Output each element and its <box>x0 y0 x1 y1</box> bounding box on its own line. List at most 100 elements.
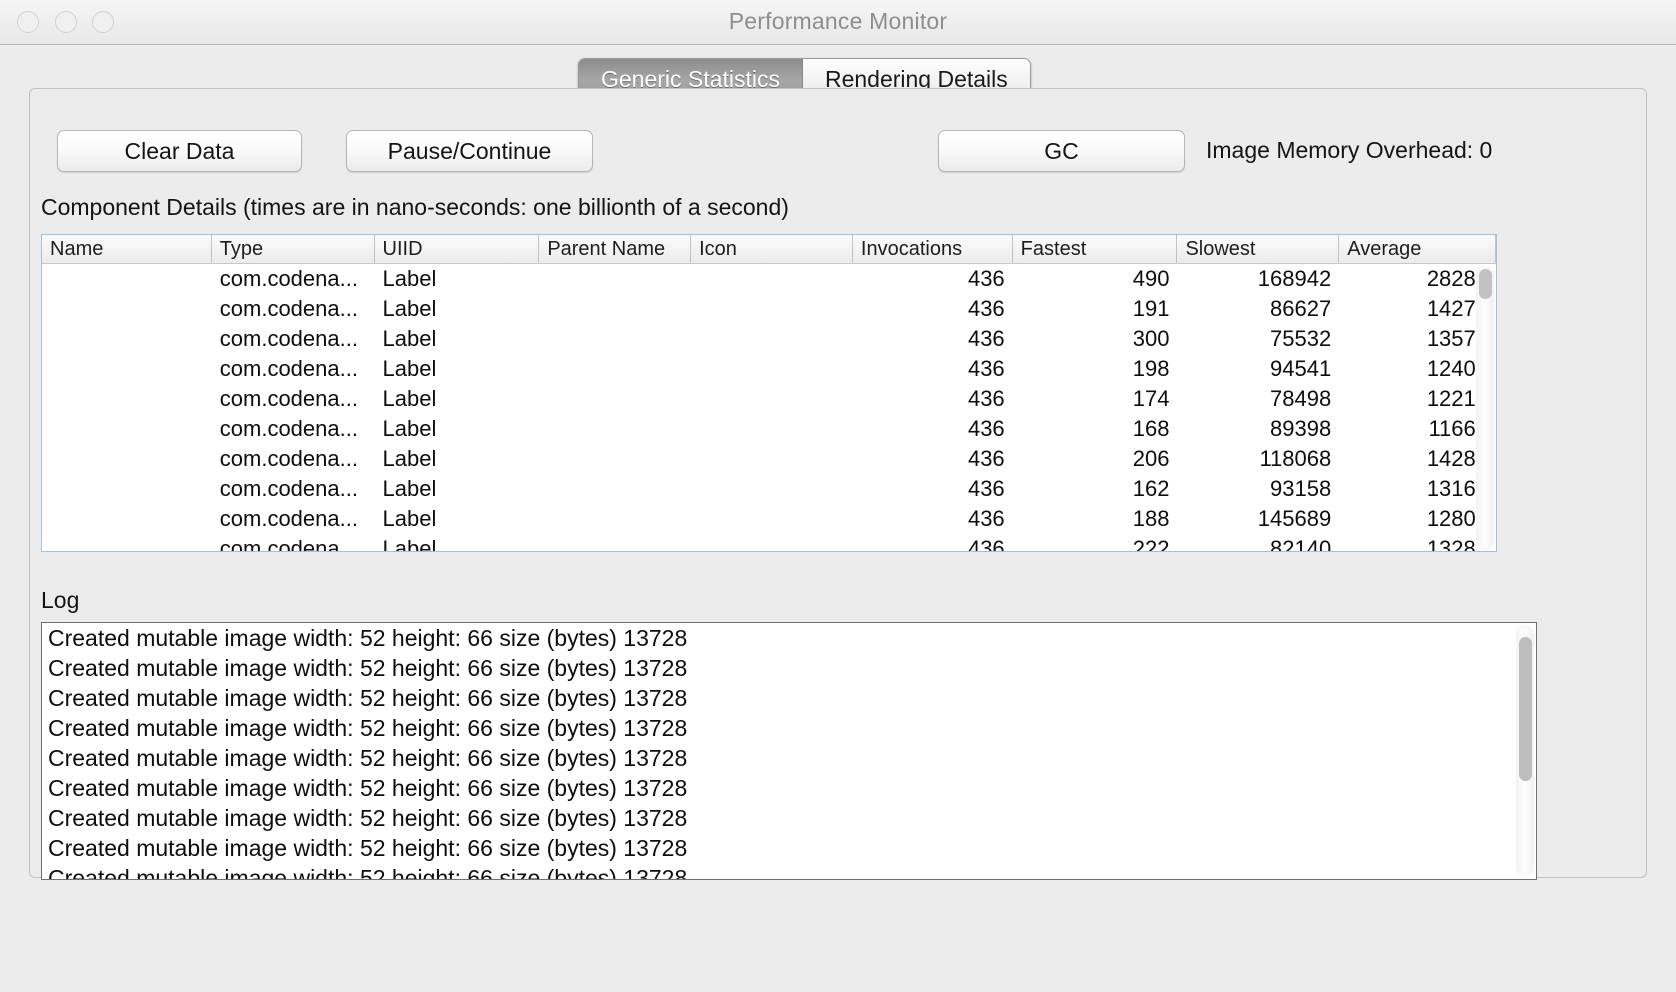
table-row[interactable]: com.codena...Label4361747849812215 <box>42 384 1496 414</box>
cell-parent-name <box>539 384 691 414</box>
pause-continue-button[interactable]: Pause/Continue <box>346 130 593 172</box>
log-scrollbar-thumb[interactable] <box>1519 637 1532 781</box>
cell-fastest: 206 <box>1013 444 1178 474</box>
cell-uiid: Label <box>375 384 540 414</box>
table-row[interactable]: com.codena...Label 43618814568912807 <box>42 504 1496 534</box>
clear-data-button[interactable]: Clear Data <box>57 130 302 172</box>
cell-invocations: 436 <box>853 324 1013 354</box>
cell-icon <box>691 444 853 474</box>
table-header-row: Name Type UIID Parent Name Icon Invocati… <box>42 235 1496 264</box>
column-header-invocations[interactable]: Invocations <box>853 235 1013 263</box>
cell-average: 13162 <box>1339 474 1496 504</box>
log-line: Created mutable image width: 52 height: … <box>42 743 1536 773</box>
column-header-name[interactable]: Name <box>42 235 212 263</box>
cell-type: com.codena... <box>212 384 375 414</box>
cell-parent-name <box>539 264 691 294</box>
log-line: Created mutable image width: 52 height: … <box>42 713 1536 743</box>
cell-parent-name <box>539 534 691 552</box>
cell-invocations: 436 <box>853 444 1013 474</box>
cell-uiid: Label <box>375 414 540 444</box>
cell-name <box>42 414 212 444</box>
cell-fastest: 222 <box>1013 534 1178 552</box>
image-memory-overhead-label: Image Memory Overhead: 0 <box>1206 137 1492 164</box>
cell-invocations: 436 <box>853 474 1013 504</box>
table-row[interactable]: com.codena...Label4361918662714272 <box>42 294 1496 324</box>
cell-slowest: 82140 <box>1177 534 1339 552</box>
cell-uiid: Label <box>375 504 540 534</box>
cell-uiid: Label <box>375 354 540 384</box>
cell-type: com.codena... <box>212 504 375 534</box>
column-header-icon[interactable]: Icon <box>691 235 853 263</box>
log-textarea[interactable]: Created mutable image width: 52 height: … <box>41 622 1537 880</box>
cell-type: com.codena... <box>212 534 375 552</box>
cell-slowest: 78498 <box>1177 384 1339 414</box>
cell-average: 12807 <box>1339 504 1496 534</box>
cell-icon <box>691 504 853 534</box>
cell-average: 12400 <box>1339 354 1496 384</box>
cell-fastest: 188 <box>1013 504 1178 534</box>
cell-type: com.codena... <box>212 444 375 474</box>
table-row[interactable]: com.codena...Label43620611806814284 <box>42 444 1496 474</box>
column-header-average[interactable]: Average <box>1339 235 1496 263</box>
table-scrollbar-thumb[interactable] <box>1479 269 1492 299</box>
log-label: Log <box>41 587 79 614</box>
cell-name <box>42 504 212 534</box>
cell-parent-name <box>539 414 691 444</box>
table-body: com.codena...Label43649016894228289com.c… <box>42 264 1496 552</box>
cell-fastest: 300 <box>1013 324 1178 354</box>
column-header-slowest[interactable]: Slowest <box>1177 235 1339 263</box>
log-line: Created mutable image width: 52 height: … <box>42 773 1536 803</box>
cell-invocations: 436 <box>853 264 1013 294</box>
column-header-fastest[interactable]: Fastest <box>1013 235 1178 263</box>
cell-uiid: Label <box>375 534 540 552</box>
cell-parent-name <box>539 444 691 474</box>
component-details-table: Name Type UIID Parent Name Icon Invocati… <box>41 234 1497 552</box>
cell-fastest: 191 <box>1013 294 1178 324</box>
cell-uiid: Label <box>375 294 540 324</box>
cell-average: 13578 <box>1339 324 1496 354</box>
cell-slowest: 168942 <box>1177 264 1339 294</box>
table-row[interactable]: com.codena...Label4361629315813162 <box>42 474 1496 504</box>
cell-icon <box>691 384 853 414</box>
log-line: Created mutable image width: 52 height: … <box>42 683 1536 713</box>
component-details-label: Component Details (times are in nano-sec… <box>41 194 789 221</box>
cell-invocations: 436 <box>853 504 1013 534</box>
cell-icon <box>691 474 853 504</box>
cell-average: 14272 <box>1339 294 1496 324</box>
cell-name <box>42 294 212 324</box>
log-line: Created mutable image width: 52 height: … <box>42 803 1536 833</box>
cell-invocations: 436 <box>853 294 1013 324</box>
cell-icon <box>691 414 853 444</box>
column-header-type[interactable]: Type <box>212 235 375 263</box>
cell-type: com.codena... <box>212 414 375 444</box>
cell-uiid: Label <box>375 324 540 354</box>
table-row[interactable]: com.codena...Label4361989454112400 <box>42 354 1496 384</box>
column-header-uiid[interactable]: UIID <box>375 235 540 263</box>
log-line: Created mutable image width: 52 height: … <box>42 833 1536 863</box>
cell-type: com.codena... <box>212 294 375 324</box>
cell-icon <box>691 354 853 384</box>
cell-parent-name <box>539 294 691 324</box>
cell-parent-name <box>539 474 691 504</box>
cell-parent-name <box>539 504 691 534</box>
cell-fastest: 174 <box>1013 384 1178 414</box>
table-row[interactable]: com.codena...Label4361688939811663 <box>42 414 1496 444</box>
table-row[interactable]: com.codena...Label4363007553213578 <box>42 324 1496 354</box>
gc-button[interactable]: GC <box>938 130 1185 172</box>
cell-slowest: 145689 <box>1177 504 1339 534</box>
cell-icon <box>691 294 853 324</box>
cell-invocations: 436 <box>853 384 1013 414</box>
cell-fastest: 490 <box>1013 264 1178 294</box>
cell-slowest: 118068 <box>1177 444 1339 474</box>
table-vertical-scrollbar[interactable] <box>1476 265 1494 551</box>
table-row[interactable]: com.codena...Label43649016894228289 <box>42 264 1496 294</box>
cell-parent-name <box>539 324 691 354</box>
table-row[interactable]: com.codena...Label4362228214013283 <box>42 534 1496 552</box>
log-line: Created mutable image width: 52 height: … <box>42 653 1536 683</box>
log-vertical-scrollbar[interactable] <box>1516 625 1534 877</box>
cell-type: com.codena... <box>212 354 375 384</box>
column-header-parent-name[interactable]: Parent Name <box>539 235 691 263</box>
cell-slowest: 75532 <box>1177 324 1339 354</box>
cell-name <box>42 264 212 294</box>
log-line: Created mutable image width: 52 height: … <box>42 623 1536 653</box>
